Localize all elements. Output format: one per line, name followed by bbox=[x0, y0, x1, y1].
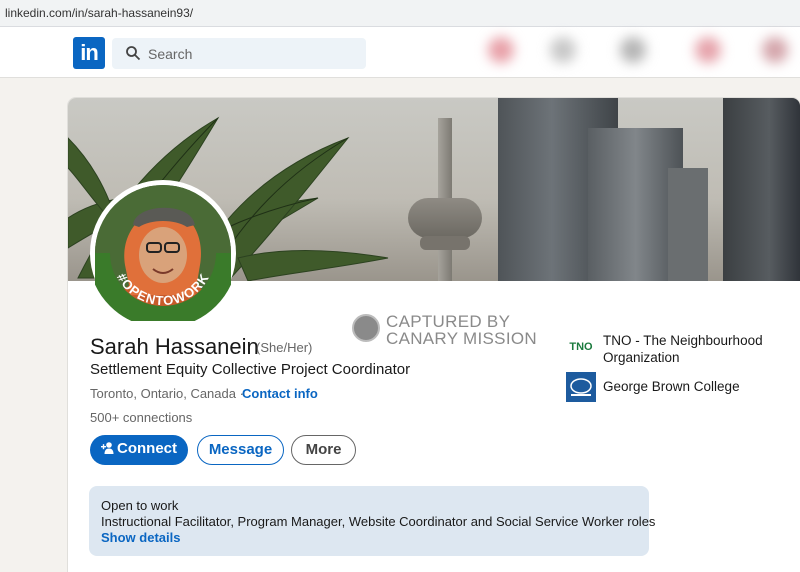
profile-headline: Settlement Equity Collective Project Coo… bbox=[90, 361, 411, 378]
connect-label: Connect bbox=[117, 440, 177, 457]
top-nav: in Search bbox=[0, 27, 800, 78]
search-input[interactable]: Search bbox=[112, 38, 366, 69]
search-icon bbox=[126, 46, 141, 61]
profile-name: Sarah Hassanein bbox=[90, 334, 259, 359]
linkedin-logo[interactable]: in bbox=[73, 37, 105, 69]
open-to-work-card: Open to work Instructional Facilitator, … bbox=[89, 486, 655, 556]
url-text[interactable]: linkedin.com/in/sarah-hassanein93/ bbox=[5, 6, 193, 20]
profile-location: Toronto, Ontario, Canada · bbox=[90, 386, 244, 401]
pronouns: (She/Her) bbox=[256, 340, 313, 355]
open-to-work-frame: #OPENTOWORK bbox=[95, 252, 231, 321]
tno-logo: TNO bbox=[569, 341, 593, 353]
watermark-logo-icon bbox=[352, 314, 380, 342]
george-brown-logo-icon bbox=[566, 372, 596, 402]
org-name: George Brown College bbox=[603, 379, 740, 394]
show-details-link[interactable]: Show details bbox=[101, 530, 180, 545]
captured-watermark: CAPTURED BY CANARY MISSION bbox=[352, 311, 552, 351]
open-to-work-title: Open to work bbox=[101, 498, 179, 513]
connect-button[interactable]: Connect bbox=[90, 435, 188, 465]
connections-count[interactable]: 500+ connections bbox=[90, 410, 192, 425]
add-person-icon bbox=[101, 442, 114, 454]
search-placeholder: Search bbox=[148, 46, 193, 62]
contact-info-link[interactable]: Contact info bbox=[242, 386, 318, 401]
watermark-line2: CANARY MISSION bbox=[386, 329, 537, 348]
browser-url-bar[interactable]: linkedin.com/in/sarah-hassanein93/ bbox=[0, 0, 800, 27]
open-to-work-roles: Instructional Facilitator, Program Manag… bbox=[101, 514, 656, 529]
message-button[interactable]: Message bbox=[197, 435, 284, 465]
blurred-nav-icons bbox=[470, 27, 800, 77]
org-name: TNO - The Neighbourhood Organization bbox=[603, 333, 763, 365]
more-button[interactable]: More bbox=[291, 435, 356, 465]
